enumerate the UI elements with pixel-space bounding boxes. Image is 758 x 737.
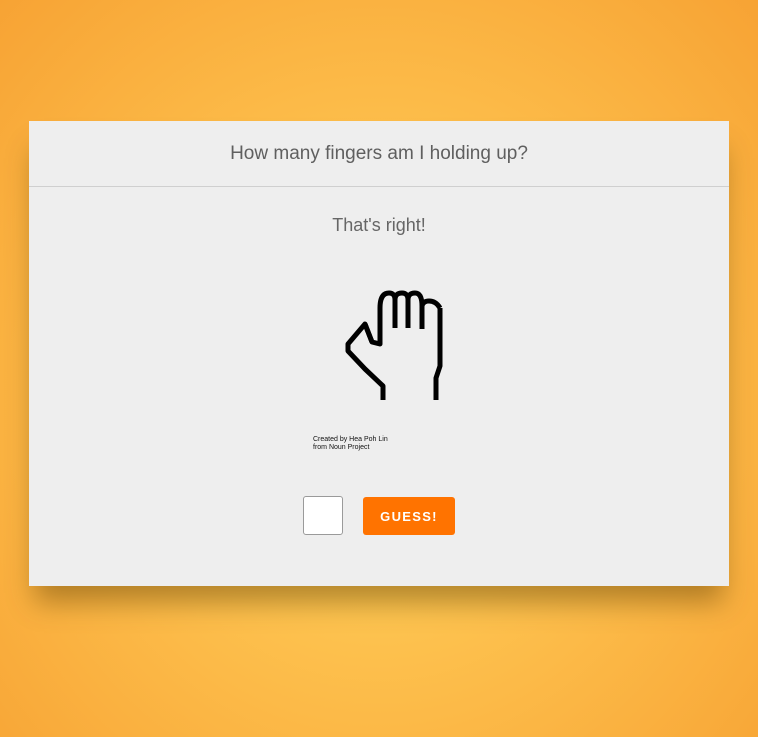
image-credit: Created by Hea Poh Lin from Noun Project — [313, 436, 388, 452]
guess-button[interactable]: GUESS! — [363, 497, 455, 535]
feedback-message: That's right! — [332, 215, 426, 235]
credit-line-author: Created by Hea Poh Lin — [313, 436, 388, 443]
credit-line-source: from Noun Project — [313, 444, 370, 451]
fist-icon — [345, 290, 443, 400]
question-text: How many fingers am I holding up? — [230, 142, 528, 164]
card-header: How many fingers am I holding up? — [29, 121, 729, 187]
game-card: How many fingers am I holding up? That's… — [29, 121, 729, 586]
guess-input[interactable] — [303, 496, 343, 535]
